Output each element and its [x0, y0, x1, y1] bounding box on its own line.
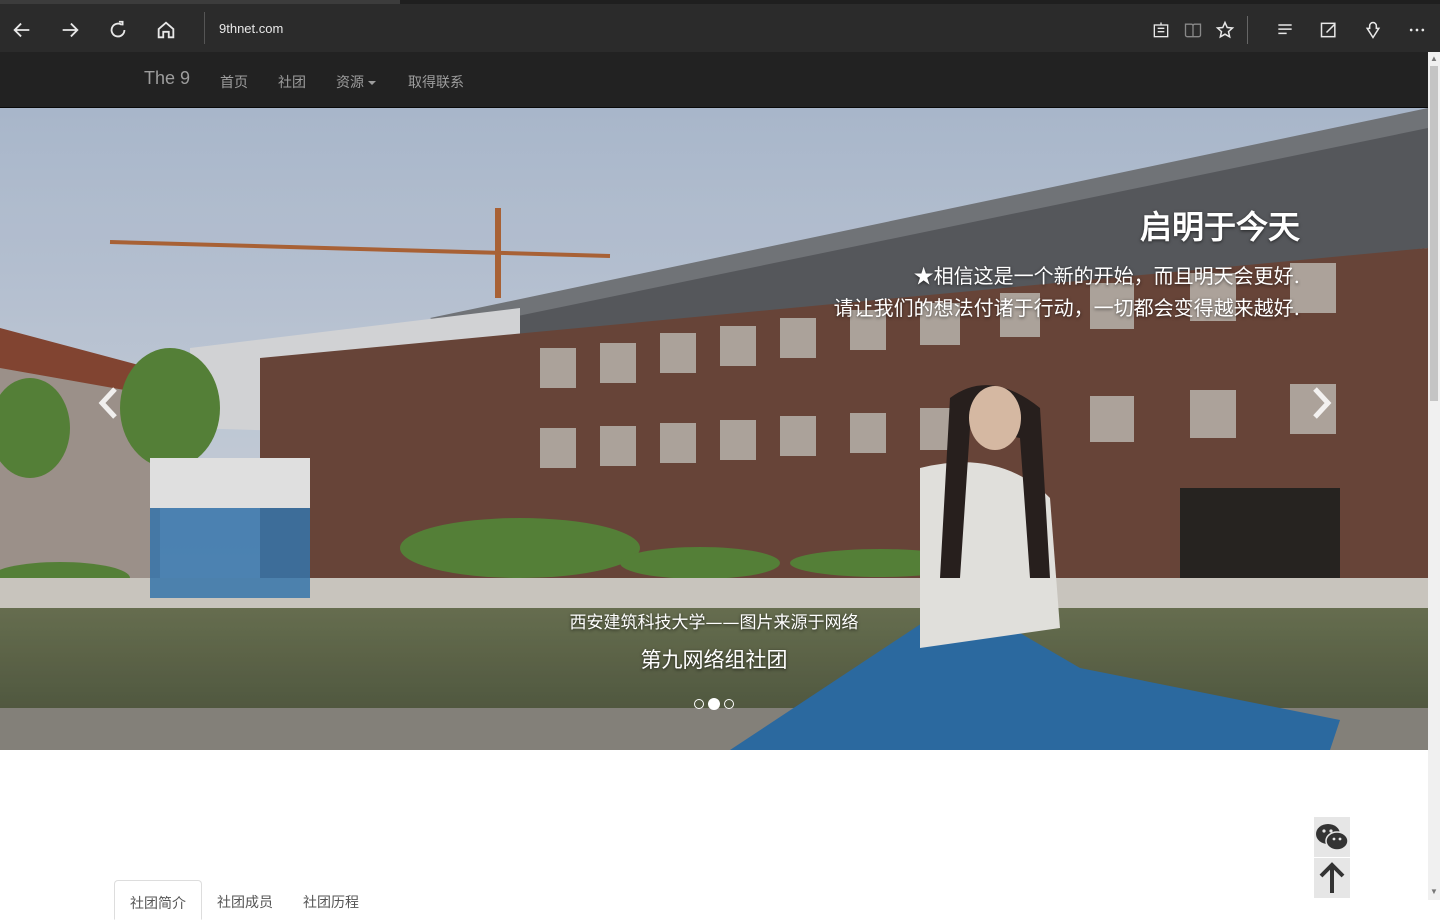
site-navbar: The 9 首页 社团 资源 取得联系 [0, 52, 1428, 108]
section-tabs: 社团简介 社团成员 社团历程 [114, 880, 374, 920]
back-button[interactable] [4, 12, 40, 48]
tab-club-history[interactable]: 社团历程 [288, 880, 374, 920]
favorite-button[interactable] [1207, 12, 1243, 48]
carousel-dot-1[interactable] [694, 699, 704, 709]
arrow-left-icon [13, 22, 30, 38]
back-to-top-button[interactable] [1314, 858, 1350, 898]
carousel-dot-2[interactable] [708, 698, 720, 710]
caret-down-icon [368, 81, 376, 85]
slide-subline-1: ★相信这是一个新的开始，而且明天会更好. [913, 264, 1300, 288]
address-bar[interactable]: 9thnet.com [204, 12, 283, 44]
scroll-up-icon[interactable]: ▲ [1430, 55, 1438, 63]
home-button[interactable] [148, 12, 184, 48]
extension-button[interactable] [1143, 12, 1179, 48]
chevron-left-icon [98, 387, 117, 419]
puzzle-icon [1153, 22, 1169, 38]
nav-resources-dropdown[interactable]: 资源 [336, 72, 376, 92]
scroll-thumb[interactable] [1430, 66, 1438, 401]
more-button[interactable] [1399, 12, 1435, 48]
share-icon [1365, 21, 1381, 39]
toolbar-divider [1247, 16, 1248, 44]
web-note-button[interactable] [1311, 12, 1347, 48]
chevron-right-icon [1313, 387, 1332, 419]
carousel-dot-3[interactable] [724, 699, 734, 709]
tab-club-members[interactable]: 社团成员 [202, 880, 288, 920]
carousel-next-button[interactable] [1302, 378, 1342, 428]
carousel-prev-button[interactable] [88, 378, 128, 428]
hub-lines-icon [1278, 24, 1292, 35]
arrow-right-icon [62, 22, 79, 38]
tab-club-intro[interactable]: 社团简介 [114, 880, 202, 920]
scroll-down-icon[interactable]: ▼ [1430, 888, 1438, 896]
wechat-button[interactable] [1314, 817, 1350, 857]
nav-club[interactable]: 社团 [278, 72, 306, 92]
brand-link[interactable]: The 9 [144, 68, 190, 89]
browser-toolbar: 9thnet.com [0, 0, 1440, 52]
ellipsis-icon [1409, 28, 1425, 32]
slide-headline-group: 启明于今天 ★相信这是一个新的开始，而且明天会更好. 请让我们的想法付诸于行动，… [834, 202, 1300, 324]
hero-carousel: 启明于今天 ★相信这是一个新的开始，而且明天会更好. 请让我们的想法付诸于行动，… [0, 108, 1428, 750]
forward-button[interactable] [52, 12, 88, 48]
hub-button[interactable] [1267, 12, 1303, 48]
book-icon [1184, 23, 1202, 38]
nav-resources-label: 资源 [336, 75, 364, 91]
nav-home[interactable]: 首页 [220, 72, 248, 92]
wechat-icon [1316, 824, 1349, 851]
reading-view-button[interactable] [1175, 12, 1211, 48]
refresh-button[interactable] [100, 12, 136, 48]
carousel-indicators [0, 698, 1428, 710]
nav-contact[interactable]: 取得联系 [408, 72, 464, 92]
slide-caption-credit: 西安建筑科技大学——图片来源于网络 [569, 613, 859, 633]
slide-headline: 启明于今天 [1139, 208, 1300, 246]
home-icon [157, 21, 175, 39]
share-button[interactable] [1355, 12, 1391, 48]
url-text: 9thnet.com [219, 20, 284, 36]
slide-caption-title: 第九网络组社团 [640, 648, 788, 672]
pen-note-icon [1320, 22, 1336, 38]
star-icon [1215, 20, 1235, 39]
refresh-icon [110, 20, 126, 38]
arrow-up-icon [1319, 862, 1345, 893]
slide-subline-2: 请让我们的想法付诸于行动，一切都会变得越来越好. [833, 296, 1300, 320]
active-tab-indicator [0, 0, 400, 4]
page-scrollbar[interactable]: ▲ ▼ [1428, 52, 1440, 900]
